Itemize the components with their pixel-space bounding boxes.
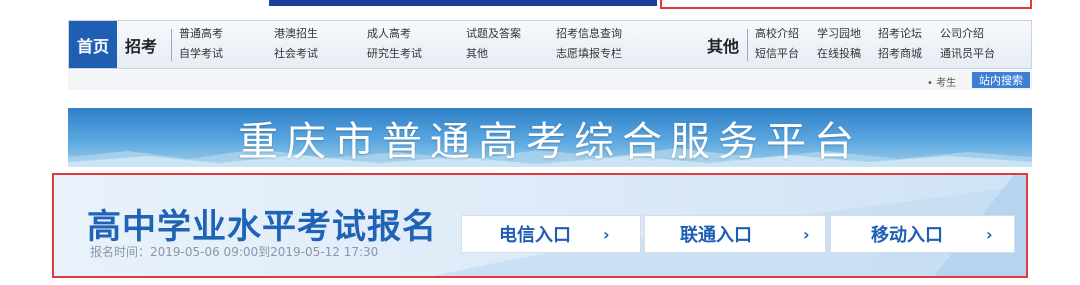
nav-link-gsjs[interactable]: 公司介绍 xyxy=(940,27,984,41)
top-banner-remnant xyxy=(269,0,657,6)
nav-link-stda[interactable]: 试题及答案 xyxy=(466,27,521,41)
exam-title: 高中学业水平考试报名 xyxy=(87,207,437,247)
nav-divider xyxy=(747,29,748,61)
top-highlight-box xyxy=(660,0,1032,9)
user-hint[interactable]: • 考生 xyxy=(927,74,956,89)
nav-divider xyxy=(171,29,172,61)
exam-registration-time: 报名时间：2019-05-06 09:00到2019-05-12 17:30 xyxy=(90,245,379,259)
chevron-right-icon: › xyxy=(803,224,810,244)
nav-link-zxtg[interactable]: 在线投稿 xyxy=(817,47,861,61)
nav-link-dxpt[interactable]: 短信平台 xyxy=(755,47,799,61)
entry-label: 电信入口 xyxy=(499,225,571,246)
nav-link-zkxxcx[interactable]: 招考信息查询 xyxy=(556,27,622,41)
sub-bar xyxy=(68,70,1032,90)
nav-group-zhaokao[interactable]: 招考 xyxy=(125,21,157,68)
nav-link-zklt[interactable]: 招考论坛 xyxy=(878,27,922,41)
mobile-entry-button[interactable]: 移动入口 › xyxy=(830,215,1015,253)
unicom-entry-button[interactable]: 联通入口 › xyxy=(644,215,826,253)
site-search-button[interactable]: 站内搜索 xyxy=(972,72,1030,88)
nav-link-txypt[interactable]: 通讯员平台 xyxy=(940,47,995,61)
nav-link-xxyd[interactable]: 学习园地 xyxy=(817,27,861,41)
nav-link-zksc[interactable]: 招考商城 xyxy=(878,47,922,61)
nav-link-gxjs[interactable]: 高校介绍 xyxy=(755,27,799,41)
nav-link-ptgk[interactable]: 普通高考 xyxy=(179,27,223,41)
nav-link-yjsks[interactable]: 研究生考试 xyxy=(367,47,422,61)
nav-link-gazs[interactable]: 港澳招生 xyxy=(274,27,318,41)
nav-link-shks[interactable]: 社会考试 xyxy=(274,47,318,61)
entry-label: 移动入口 xyxy=(871,225,943,246)
nav-link-crgk[interactable]: 成人高考 xyxy=(367,27,411,41)
chevron-right-icon: › xyxy=(603,224,610,244)
chevron-right-icon: › xyxy=(986,224,993,244)
telecom-entry-button[interactable]: 电信入口 › xyxy=(461,215,641,253)
nav-group-other[interactable]: 其他 xyxy=(707,21,739,68)
site-banner: 重庆市普通高考综合服务平台 xyxy=(68,108,1032,167)
nav-home[interactable]: 首页 xyxy=(69,21,117,68)
page: 首页 招考 普通高考 自学考试 港澳招生 社会考试 成人高考 研究生考试 试题及… xyxy=(0,0,1080,285)
nav-link-qita[interactable]: 其他 xyxy=(466,47,488,61)
entry-label: 联通入口 xyxy=(680,225,752,246)
nav-link-zxks[interactable]: 自学考试 xyxy=(179,47,223,61)
nav-link-zytb[interactable]: 志愿填报专栏 xyxy=(556,47,622,61)
exam-registration-panel: 高中学业水平考试报名 报名时间：2019-05-06 09:00到2019-05… xyxy=(52,173,1028,278)
main-nav: 首页 招考 普通高考 自学考试 港澳招生 社会考试 成人高考 研究生考试 试题及… xyxy=(68,20,1032,69)
banner-title: 重庆市普通高考综合服务平台 xyxy=(238,118,862,165)
